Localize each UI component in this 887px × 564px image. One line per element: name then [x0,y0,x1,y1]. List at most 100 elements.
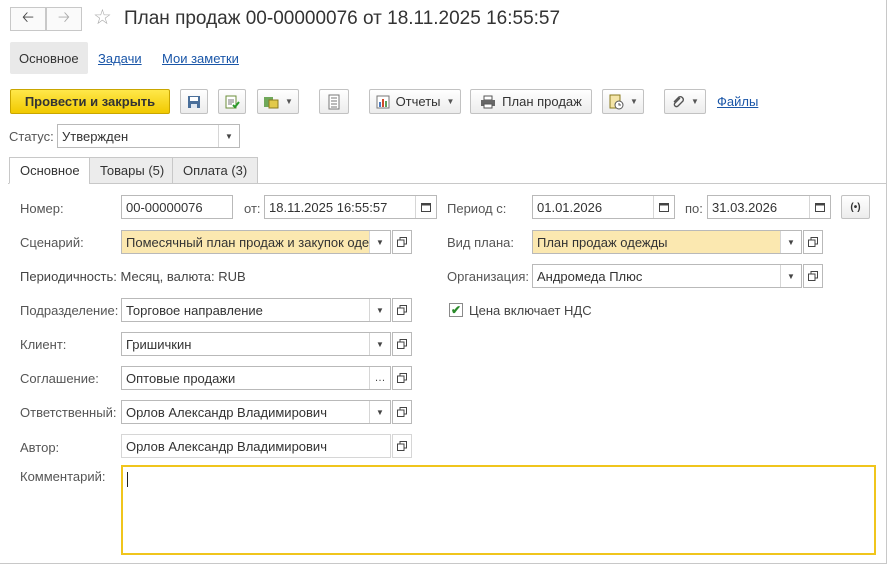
reports-button[interactable]: Отчеты ▼ [369,89,461,114]
author-open-button[interactable] [392,434,412,458]
agreement-field[interactable]: Оптовые продажи … [121,366,391,390]
organization-label: Организация: [447,269,530,284]
arrow-right-icon: 🡢 [57,8,71,26]
chevron-down-icon[interactable]: ▼ [780,231,801,253]
post-and-close-button[interactable]: Провести и закрыть [10,89,170,114]
scenario-label: Сценарий: [20,235,84,250]
calendar-icon[interactable] [809,196,830,218]
open-icon [397,305,407,315]
print-sales-plan-button[interactable]: План продаж [470,89,592,114]
save-button[interactable] [180,89,208,114]
printer-icon [481,95,496,108]
period-to-value: 31.03.2026 [712,199,778,215]
number-field[interactable]: 00-00000076 [121,195,233,219]
agreement-open-button[interactable] [392,366,412,390]
files-link[interactable]: Файлы [717,94,758,109]
chevron-down-icon: ▼ [446,97,455,106]
chevron-down-icon[interactable]: ▼ [369,401,390,423]
plan-type-open-button[interactable] [803,230,823,254]
chevron-down-icon[interactable]: ▼ [369,333,390,355]
tab-goods-label: Товары (5) [100,163,165,178]
period-selector-icon: (•) [850,201,861,213]
chevron-down-icon[interactable]: ▼ [369,299,390,321]
back-button[interactable]: 🡠 [10,7,46,31]
attachments-button[interactable]: ▼ [664,89,706,114]
status-value: Утвержден [62,128,129,144]
open-icon [397,237,407,247]
comment-textarea[interactable] [121,465,876,555]
client-open-button[interactable] [392,332,412,356]
scenario-open-button[interactable] [392,230,412,254]
print-settings-icon [609,94,624,109]
period-from-value: 01.01.2026 [537,199,603,215]
create-based-on-icon [264,96,279,108]
date-label: от: [244,201,261,216]
tab-main-label: Основное [20,163,80,178]
agreement-value: Оптовые продажи [126,370,236,386]
calendar-icon[interactable] [653,196,674,218]
calendar-icon[interactable] [415,196,436,218]
period-to-field[interactable]: 31.03.2026 [707,195,831,219]
plan-type-field[interactable]: План продаж одежды ▼ [532,230,802,254]
print-sales-plan-label: План продаж [502,94,582,109]
period-select-button[interactable]: (•) [841,195,870,219]
chevron-down-icon: ▼ [285,97,293,106]
client-field[interactable]: Гришичкин ▼ [121,332,391,356]
responsible-value: Орлов Александр Владимирович [126,404,327,420]
division-field[interactable]: Торговое направление ▼ [121,298,391,322]
comment-label: Комментарий: [20,469,106,484]
reports-label: Отчеты [395,94,441,109]
report-icon [376,95,390,108]
top-tab-notes[interactable]: Мои заметки [162,51,239,66]
author-field: Орлов Александр Владимирович [121,434,391,458]
document-list-icon [328,94,340,109]
organization-open-button[interactable] [803,264,823,288]
period-from-label: Период с: [447,201,507,216]
author-value: Орлов Александр Владимирович [126,438,327,454]
agreement-label: Соглашение: [20,371,99,386]
paperclip-icon [673,95,685,107]
open-icon [397,441,407,451]
responsible-label: Ответственный: [20,405,117,420]
organization-field[interactable]: Андромеда Плюс ▼ [532,264,802,288]
period-from-field[interactable]: 01.01.2026 [532,195,675,219]
tab-payment-label: Оплата (3) [183,163,248,178]
chevron-down-icon[interactable]: ▼ [218,125,239,147]
post-document-button[interactable] [218,89,246,114]
print-options-button[interactable]: ▼ [602,89,644,114]
division-open-button[interactable] [392,298,412,322]
text-cursor [127,472,128,487]
number-label: Номер: [20,201,64,216]
plan-type-label: Вид плана: [447,235,515,250]
ellipsis-icon[interactable]: … [369,367,390,389]
chevron-down-icon: ▼ [630,97,638,106]
tab-main[interactable]: Основное [9,157,91,184]
chevron-down-icon[interactable]: ▼ [369,231,390,253]
open-icon [808,271,818,281]
vat-checkbox[interactable]: ✔ [449,303,463,317]
top-tab-tasks[interactable]: Задачи [98,51,142,66]
checkmark-icon: ✔ [450,303,462,317]
tab-goods[interactable]: Товары (5) [89,157,176,184]
scenario-field[interactable]: Помесячный план продаж и закупок оде ▼ [121,230,391,254]
vat-label: Цена включает НДС [469,303,592,318]
author-label: Автор: [20,440,60,455]
chevron-down-icon[interactable]: ▼ [780,265,801,287]
client-value: Гришичкин [126,336,192,352]
open-icon [397,373,407,383]
responsible-field[interactable]: Орлов Александр Владимирович ▼ [121,400,391,424]
top-tab-main[interactable]: Основное [10,42,88,74]
period-to-label: по: [685,201,703,216]
status-select[interactable]: Утвержден ▼ [57,124,240,148]
responsible-open-button[interactable] [392,400,412,424]
post-document-icon [225,95,240,108]
page-title: План продаж 00-00000076 от 18.11.2025 16… [124,8,561,29]
date-value: 18.11.2025 16:55:57 [269,199,388,215]
forward-button[interactable]: 🡢 [46,7,82,31]
favorite-star-icon[interactable]: ☆ [93,5,112,30]
open-icon [397,407,407,417]
structure-button[interactable] [319,89,349,114]
tab-payment[interactable]: Оплата (3) [172,157,259,184]
create-based-on-button[interactable]: ▼ [257,89,299,114]
date-field[interactable]: 18.11.2025 16:55:57 [264,195,437,219]
